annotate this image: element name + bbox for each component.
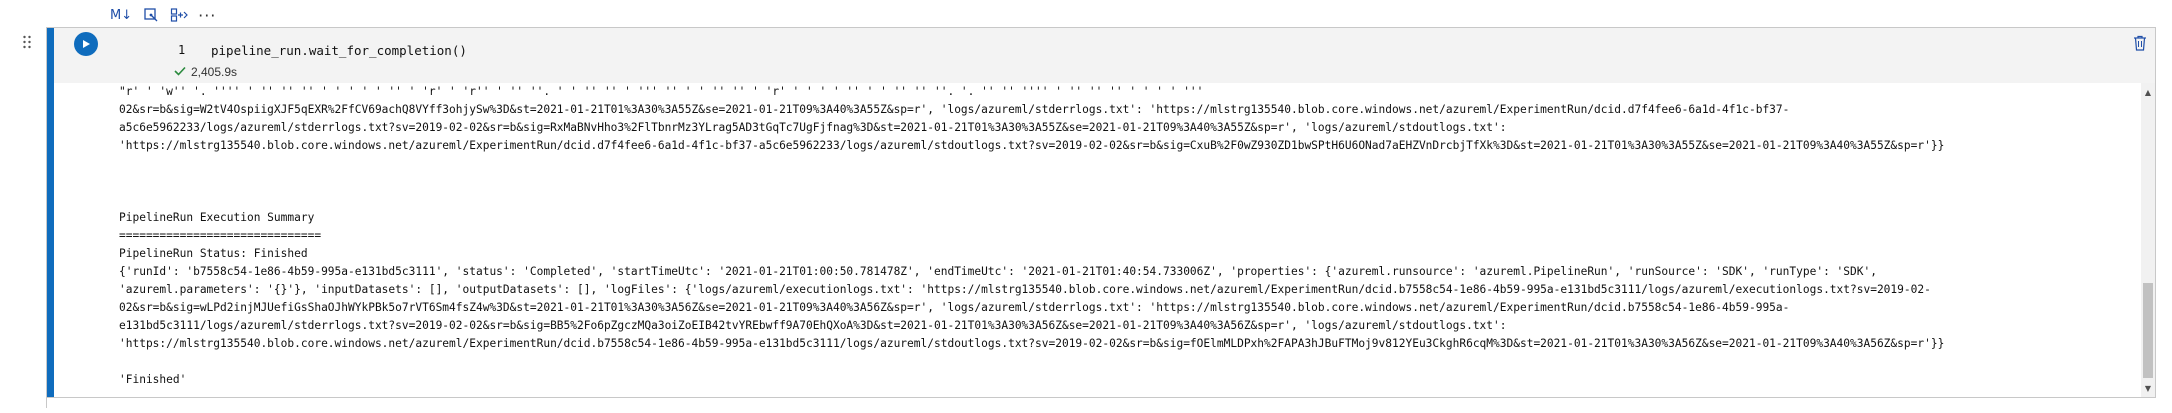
cell-input-area[interactable]: 1 pipeline_run.wait_for_completion() 2,4… [54, 28, 2155, 83]
scroll-up-icon[interactable]: ▲ [2141, 85, 2155, 99]
markdown-icon[interactable]: M↓ [110, 4, 132, 26]
output-line: 'azureml.parameters': '{}'}, 'inputDatas… [119, 283, 1931, 296]
check-icon [174, 64, 186, 79]
output-text: "r' ' 'w'' '. '''' ' '' '' '' ' ' ' ' ' … [119, 83, 2129, 389]
execution-status: 2,405.9s [174, 64, 237, 79]
output-line: "r' ' 'w'' '. '''' ' '' '' '' ' ' ' ' ' … [119, 85, 1204, 98]
more-icon[interactable]: ··· [198, 4, 216, 26]
output-line: 02&sr=b&sig=W2tV4OspiigXJF5qEXR%2FfCV69a… [119, 103, 1790, 116]
output-line: PipelineRun Status: Finished [119, 247, 308, 260]
run-cell-button[interactable] [74, 32, 98, 56]
code-line[interactable]: pipeline_run.wait_for_completion() [211, 43, 467, 58]
code-cell[interactable]: 1 pipeline_run.wait_for_completion() 2,4… [46, 27, 2156, 398]
output-line: e131bd5c3111/logs/azureml/stderrlogs.txt… [119, 319, 1507, 332]
scroll-down-icon[interactable]: ▼ [2141, 381, 2155, 395]
execution-time: 2,405.9s [191, 64, 238, 79]
output-scrollbar[interactable]: ▲ ▼ [2141, 83, 2155, 397]
line-number: 1 [178, 43, 186, 57]
play-icon [83, 40, 90, 48]
output-line: {'runId': 'b7558c54-1e86-4b59-995a-e131b… [119, 265, 1877, 278]
output-line: 'https://mlstrg135540.blob.core.windows.… [119, 139, 1945, 152]
cell-output: "r' ' 'w'' '. '''' ' '' '' '' ' ' ' ' ' … [54, 83, 2155, 397]
drag-handle-icon[interactable] [22, 34, 32, 50]
output-line: 02&sr=b&sig=wLPd2injMJUefiGsShaOJhWYkPBk… [119, 301, 1790, 314]
scrollbar-thumb[interactable] [2143, 283, 2153, 378]
output-line: ============================== [119, 229, 322, 242]
trash-icon[interactable] [2131, 33, 2149, 53]
variable-explorer-icon[interactable] [142, 4, 160, 26]
cell-bottom-edge [46, 398, 57, 408]
output-line: 'https://mlstrg135540.blob.core.windows.… [119, 337, 1945, 350]
output-line: 'Finished' [119, 373, 187, 386]
cell-toolbar: M↓ ··· [104, 2, 223, 28]
notebook-page: M↓ ··· 1 pipeline_run.wait_for_completio… [0, 0, 2172, 413]
output-line: a5c6e5962233/logs/azureml/stderrlogs.txt… [119, 121, 1507, 134]
output-line: PipelineRun Execution Summary [119, 211, 315, 224]
add-cell-icon[interactable] [170, 4, 188, 26]
cell-focus-bar [47, 28, 54, 397]
